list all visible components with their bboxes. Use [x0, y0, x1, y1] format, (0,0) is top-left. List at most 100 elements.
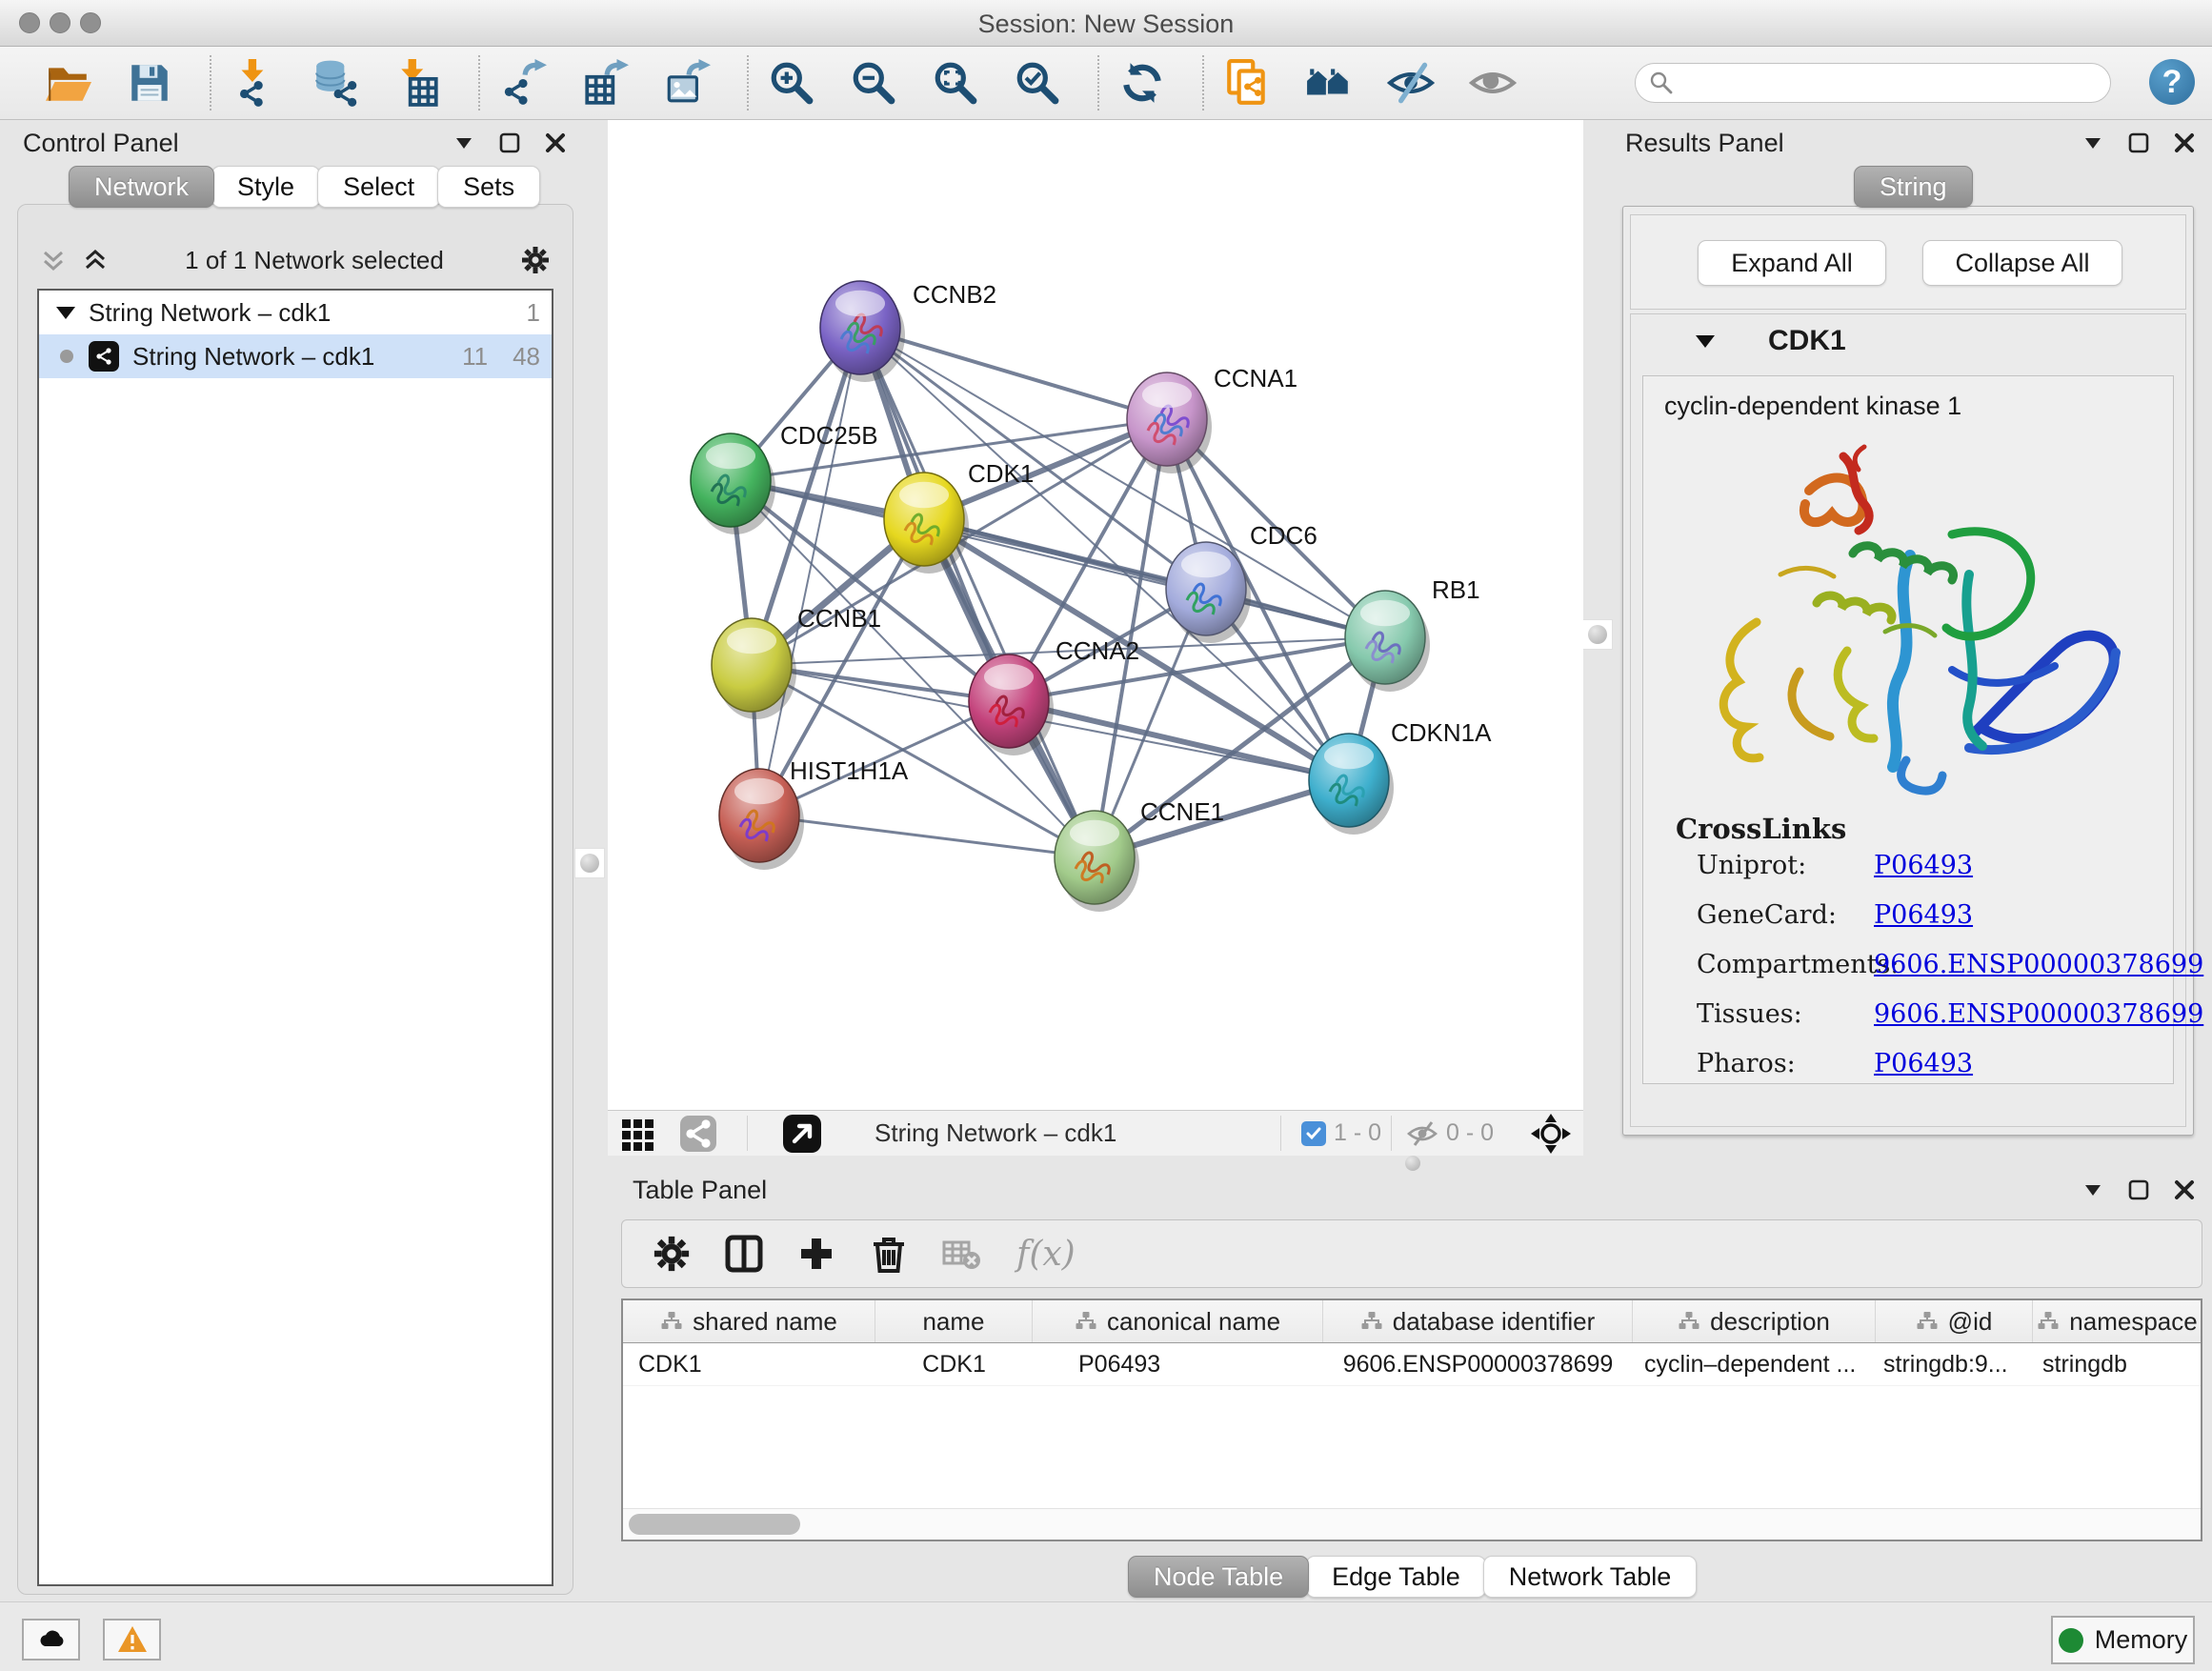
network-row-selected[interactable]: String Network – cdk1 11 48 — [39, 334, 552, 378]
node-CDC25B[interactable] — [691, 433, 775, 534]
cell-namespace[interactable]: stringdb — [2033, 1351, 2202, 1379]
node-CDKN1A[interactable] — [1309, 734, 1394, 835]
edge-HIST1H1A-CCNE1[interactable] — [759, 815, 1095, 857]
function-builder-icon[interactable]: f(x) — [1009, 1229, 1083, 1278]
node-RB1[interactable] — [1345, 591, 1430, 692]
collapse-panel-icon[interactable] — [452, 131, 476, 155]
column-header-canonical-name[interactable]: canonical name — [1033, 1300, 1323, 1342]
open-session-button[interactable] — [44, 59, 91, 107]
crosslink-link[interactable]: P06493 — [1874, 900, 1973, 930]
crosslink-link[interactable]: 9606.ENSP00000378699 — [1874, 950, 2203, 979]
scrollbar-thumb[interactable] — [629, 1514, 800, 1535]
column-header-shared-name[interactable]: shared name — [623, 1300, 875, 1342]
table-row[interactable]: CDK1CDK1P064939606.ENSP00000378699cyclin… — [623, 1343, 2201, 1386]
edge-CCNB2-CCNA1[interactable] — [860, 328, 1167, 419]
tab-node-table[interactable]: Node Table — [1128, 1556, 1309, 1598]
table-toolbar: f(x) — [621, 1219, 2202, 1288]
column-header-label: shared name — [693, 1307, 837, 1337]
show-all-button[interactable] — [1469, 59, 1517, 107]
duplicate-network-button[interactable] — [1223, 59, 1271, 107]
export-network-button[interactable] — [499, 59, 547, 107]
birds-eye-grid-icon[interactable] — [619, 1111, 657, 1156]
network-share-icon[interactable] — [678, 1111, 718, 1156]
zoom-fit-button[interactable] — [932, 59, 979, 107]
network-collection-row[interactable]: String Network – cdk1 1 — [39, 291, 552, 334]
node-table[interactable]: shared name namecanonical namedatabase id… — [621, 1299, 2202, 1541]
cell-shared-name[interactable]: CDK1 — [623, 1351, 875, 1379]
crosslinks-title: CrossLinks — [1676, 813, 1846, 845]
tab-network-table[interactable]: Network Table — [1483, 1556, 1698, 1598]
column-header-database-identifier[interactable]: database identifier — [1323, 1300, 1633, 1342]
zoom-selected-button[interactable] — [1014, 59, 1061, 107]
cloud-button[interactable] — [22, 1619, 80, 1661]
open-in-window-icon[interactable] — [781, 1111, 823, 1156]
column-header-name[interactable]: name — [875, 1300, 1033, 1342]
fit-content-crosshair-icon[interactable] — [1530, 1111, 1572, 1156]
column-header-namespace[interactable]: namespace — [2033, 1300, 2202, 1342]
tab-sets[interactable]: Sets — [437, 166, 540, 208]
search-input[interactable] — [1683, 69, 2110, 98]
float-panel-icon[interactable] — [497, 131, 522, 155]
tab-edge-table[interactable]: Edge Table — [1306, 1556, 1486, 1598]
collapse-all-button[interactable]: Collapse All — [1922, 240, 2122, 286]
crosslink-link[interactable]: P06493 — [1874, 1049, 1973, 1078]
close-panel-icon[interactable] — [2172, 131, 2197, 155]
delete-table-icon[interactable] — [936, 1229, 986, 1278]
crosslink-link[interactable]: P06493 — [1874, 851, 1973, 880]
expand-all-networks-icon[interactable] — [81, 246, 110, 274]
node-CDK1[interactable] — [884, 473, 969, 574]
expand-all-button[interactable]: Expand All — [1698, 240, 1886, 286]
cell-name[interactable]: CDK1 — [875, 1351, 1033, 1379]
add-column-plus-icon[interactable] — [792, 1229, 841, 1278]
float-panel-icon[interactable] — [2126, 1178, 2151, 1202]
collapse-panel-icon[interactable] — [2081, 1178, 2105, 1202]
collection-expand-caret-icon[interactable] — [56, 307, 75, 319]
cell-database-identifier[interactable]: 9606.ENSP00000378699 — [1323, 1351, 1633, 1379]
collection-label: String Network – cdk1 — [89, 298, 331, 328]
tab-string[interactable]: String — [1854, 166, 1973, 208]
node-CCNA1[interactable] — [1127, 372, 1212, 473]
tab-style[interactable]: Style — [211, 166, 320, 208]
export-image-button[interactable] — [663, 59, 711, 107]
import-table-button[interactable] — [394, 59, 442, 107]
close-panel-icon[interactable] — [543, 131, 568, 155]
refresh-layout-button[interactable] — [1118, 59, 1166, 107]
cell-@id[interactable]: stringdb:9... — [1876, 1351, 2033, 1379]
help-button[interactable]: ? — [2149, 59, 2195, 105]
warnings-button[interactable] — [103, 1619, 161, 1661]
import-network-button[interactable] — [231, 59, 278, 107]
crosslink-link[interactable]: 9606.ENSP00000378699 — [1874, 999, 2203, 1029]
save-session-button[interactable] — [126, 59, 173, 107]
collapse-panel-icon[interactable] — [2081, 131, 2105, 155]
node-label-CCNA2: CCNA2 — [1056, 636, 1139, 665]
table-settings-gear-icon[interactable] — [647, 1229, 696, 1278]
collapse-all-networks-icon[interactable] — [39, 246, 68, 274]
delete-column-trash-icon[interactable] — [864, 1229, 914, 1278]
hide-selected-button[interactable] — [1387, 59, 1435, 107]
column-header-description[interactable]: description — [1633, 1300, 1876, 1342]
close-panel-icon[interactable] — [2172, 1178, 2197, 1202]
zoom-in-button[interactable] — [768, 59, 815, 107]
export-table-button[interactable] — [581, 59, 629, 107]
gene-expand-caret-icon[interactable] — [1696, 335, 1715, 348]
network-canvas[interactable]: CCNB2CCNA1CDC25BCDK1CDC6RB1CCNB1CCNA2CDK… — [608, 120, 1583, 1156]
first-neighbors-button[interactable] — [1305, 59, 1353, 107]
node-CCNB1[interactable] — [712, 618, 796, 719]
gene-entry-header[interactable]: CDK1 — [1631, 314, 2185, 368]
network-graph[interactable]: CCNB2CCNA1CDC25BCDK1CDC6RB1CCNB1CCNA2CDK… — [608, 120, 1583, 1111]
memory-button[interactable]: Memory — [2051, 1616, 2195, 1664]
tab-network[interactable]: Network — [69, 166, 214, 208]
show-columns-icon[interactable] — [719, 1229, 769, 1278]
cell-canonical-name[interactable]: P06493 — [1033, 1351, 1323, 1379]
node-CCNB2[interactable] — [820, 281, 905, 382]
node-CCNE1[interactable] — [1055, 811, 1139, 912]
float-panel-icon[interactable] — [2126, 131, 2151, 155]
cell-description[interactable]: cyclin–dependent ... — [1633, 1351, 1876, 1379]
network-options-gear-icon[interactable] — [519, 244, 552, 276]
import-network-database-button[interactable] — [312, 59, 360, 107]
tab-select[interactable]: Select — [317, 166, 440, 208]
column-header-@id[interactable]: @id — [1876, 1300, 2033, 1342]
zoom-out-button[interactable] — [850, 59, 897, 107]
right-splitter-handle[interactable] — [1582, 619, 1613, 650]
left-splitter-handle[interactable] — [574, 848, 605, 878]
